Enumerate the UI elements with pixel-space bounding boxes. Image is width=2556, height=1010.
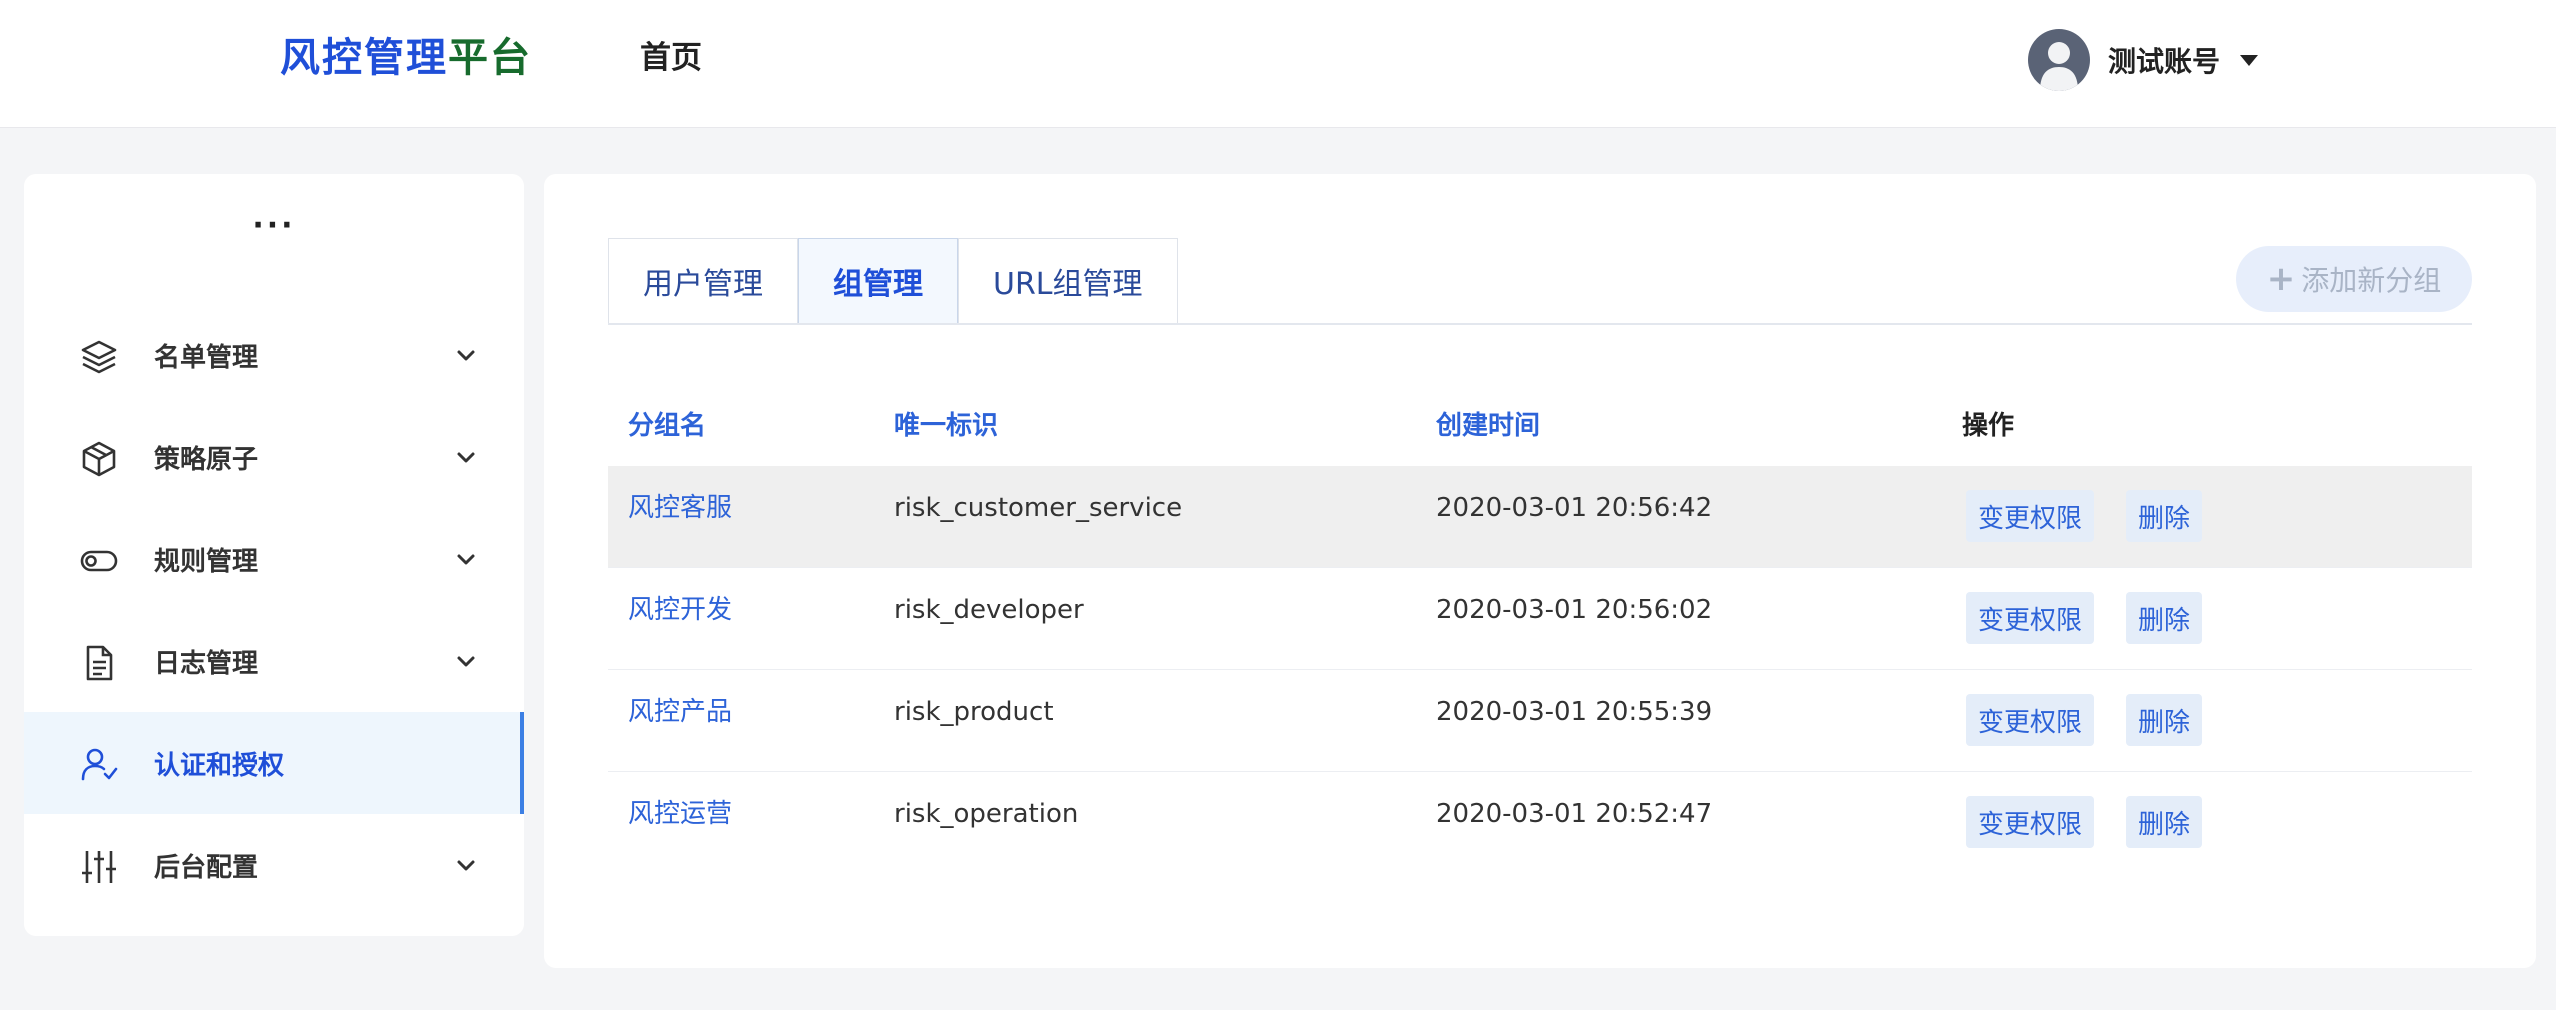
user-name: 测试账号 bbox=[2108, 45, 2221, 78]
sidebar-item-label: 策略原子 bbox=[154, 444, 259, 475]
sidebar-item-label: 规则管理 bbox=[154, 546, 259, 577]
nav-home-link[interactable]: 首页 bbox=[640, 36, 702, 80]
tab-divider bbox=[608, 323, 2472, 325]
main-panel: 用户管理 组管理 URL组管理 + 添加新分组 分组名 唯一标识 创建时间 操作… bbox=[544, 174, 2536, 968]
table-row: 风控产品 risk_product 2020-03-01 20:55:39 变更… bbox=[608, 670, 2472, 772]
tab-url-group-management[interactable]: URL组管理 bbox=[958, 238, 1178, 324]
sidebar-item-label: 认证和授权 bbox=[154, 750, 285, 781]
user-check-icon bbox=[81, 748, 118, 781]
group-id: risk_operation bbox=[894, 799, 1079, 829]
app-logo[interactable]: 风控管理平台 bbox=[280, 30, 532, 86]
tab-bar: 用户管理 组管理 URL组管理 bbox=[608, 238, 1178, 324]
avatar bbox=[2028, 29, 2090, 91]
sidebar-item-label: 日志管理 bbox=[154, 648, 259, 679]
sidebar-item-backend-config[interactable]: 后台配置 bbox=[24, 814, 524, 916]
document-icon bbox=[86, 645, 113, 681]
top-header: 风控管理平台 首页 测试账号 bbox=[0, 0, 2556, 128]
chevron-down-icon[interactable] bbox=[454, 854, 478, 878]
table-row: 风控运营 risk_operation 2020-03-01 20:52:47 … bbox=[608, 772, 2472, 874]
delete-button[interactable]: 删除 bbox=[2126, 490, 2203, 542]
table-row: 风控客服 risk_customer_service 2020-03-01 20… bbox=[608, 466, 2472, 568]
sidebar-item-rule-management[interactable]: 规则管理 bbox=[24, 508, 524, 610]
add-group-label: 添加新分组 bbox=[2301, 264, 2442, 297]
group-name-link[interactable]: 风控产品 bbox=[628, 692, 732, 732]
column-header-group-name[interactable]: 分组名 bbox=[628, 398, 706, 454]
delete-button[interactable]: 删除 bbox=[2126, 592, 2203, 644]
sidebar-item-label: 后台配置 bbox=[154, 852, 259, 883]
group-name-link[interactable]: 风控客服 bbox=[628, 488, 732, 528]
tab-user-management[interactable]: 用户管理 bbox=[608, 238, 798, 324]
sidebar-item-list-management[interactable]: 名单管理 bbox=[24, 304, 524, 406]
sidebar-item-strategy-atoms[interactable]: 策略原子 bbox=[24, 406, 524, 508]
sliders-icon bbox=[82, 851, 116, 883]
created-time: 2020-03-01 20:52:47 bbox=[1436, 799, 1713, 829]
change-permission-button[interactable]: 变更权限 bbox=[1966, 490, 2095, 542]
sidebar-item-label: 名单管理 bbox=[154, 342, 259, 373]
table-row: 风控开发 risk_developer 2020-03-01 20:56:02 … bbox=[608, 568, 2472, 670]
created-time: 2020-03-01 20:56:02 bbox=[1436, 595, 1713, 625]
column-header-unique-id[interactable]: 唯一标识 bbox=[894, 398, 998, 454]
caret-down-icon[interactable] bbox=[2240, 54, 2259, 66]
plus-icon: + bbox=[2266, 259, 2296, 299]
chevron-down-icon[interactable] bbox=[454, 650, 478, 674]
tab-group-management[interactable]: 组管理 bbox=[798, 238, 958, 324]
add-group-button[interactable]: + 添加新分组 bbox=[2236, 246, 2472, 312]
user-avatar-icon bbox=[2040, 42, 2078, 91]
sidebar-item-auth[interactable]: 认证和授权 bbox=[24, 712, 524, 814]
sidebar: ··· 名单管理 策略原子 规则管理 日志管理 认证和授权 后台配置 bbox=[24, 174, 524, 936]
change-permission-button[interactable]: 变更权限 bbox=[1966, 796, 2095, 848]
sidebar-item-log-management[interactable]: 日志管理 bbox=[24, 610, 524, 712]
delete-button[interactable]: 删除 bbox=[2126, 694, 2203, 746]
group-name-link[interactable]: 风控开发 bbox=[628, 590, 732, 630]
logo-text-main: 风控管理 bbox=[280, 35, 448, 81]
change-permission-button[interactable]: 变更权限 bbox=[1966, 592, 2095, 644]
created-time: 2020-03-01 20:55:39 bbox=[1436, 697, 1713, 727]
logo-text-accent: 平台 bbox=[448, 35, 532, 81]
column-header-actions: 操作 bbox=[1962, 411, 2015, 441]
layers-icon bbox=[81, 340, 117, 374]
more-icon[interactable]: ··· bbox=[24, 208, 524, 243]
group-id: risk_customer_service bbox=[894, 493, 1183, 523]
group-name-link[interactable]: 风控运营 bbox=[628, 794, 732, 834]
toggle-icon bbox=[80, 550, 118, 572]
delete-button[interactable]: 删除 bbox=[2126, 796, 2203, 848]
table-header: 分组名 唯一标识 创建时间 操作 bbox=[608, 398, 2472, 454]
chevron-down-icon[interactable] bbox=[454, 446, 478, 470]
created-time: 2020-03-01 20:56:42 bbox=[1436, 493, 1713, 523]
user-menu[interactable]: 测试账号 bbox=[2028, 28, 2259, 92]
chevron-down-icon[interactable] bbox=[454, 548, 478, 572]
chevron-down-icon[interactable] bbox=[454, 344, 478, 368]
change-permission-button[interactable]: 变更权限 bbox=[1966, 694, 2095, 746]
group-id: risk_developer bbox=[894, 595, 1084, 625]
group-id: risk_product bbox=[894, 697, 1054, 727]
column-header-created-time[interactable]: 创建时间 bbox=[1436, 398, 1540, 454]
package-icon bbox=[82, 441, 116, 477]
